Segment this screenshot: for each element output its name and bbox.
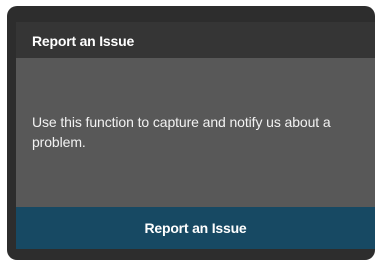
panel-title: Report an Issue [32, 33, 135, 49]
panel-header: Report an Issue [16, 22, 375, 58]
panel-body: Use this function to capture and notify … [16, 58, 375, 207]
report-issue-panel: Report an Issue Use this function to cap… [7, 6, 375, 260]
report-issue-button[interactable]: Report an Issue [16, 207, 375, 249]
panel-description: Use this function to capture and notify … [32, 114, 331, 150]
